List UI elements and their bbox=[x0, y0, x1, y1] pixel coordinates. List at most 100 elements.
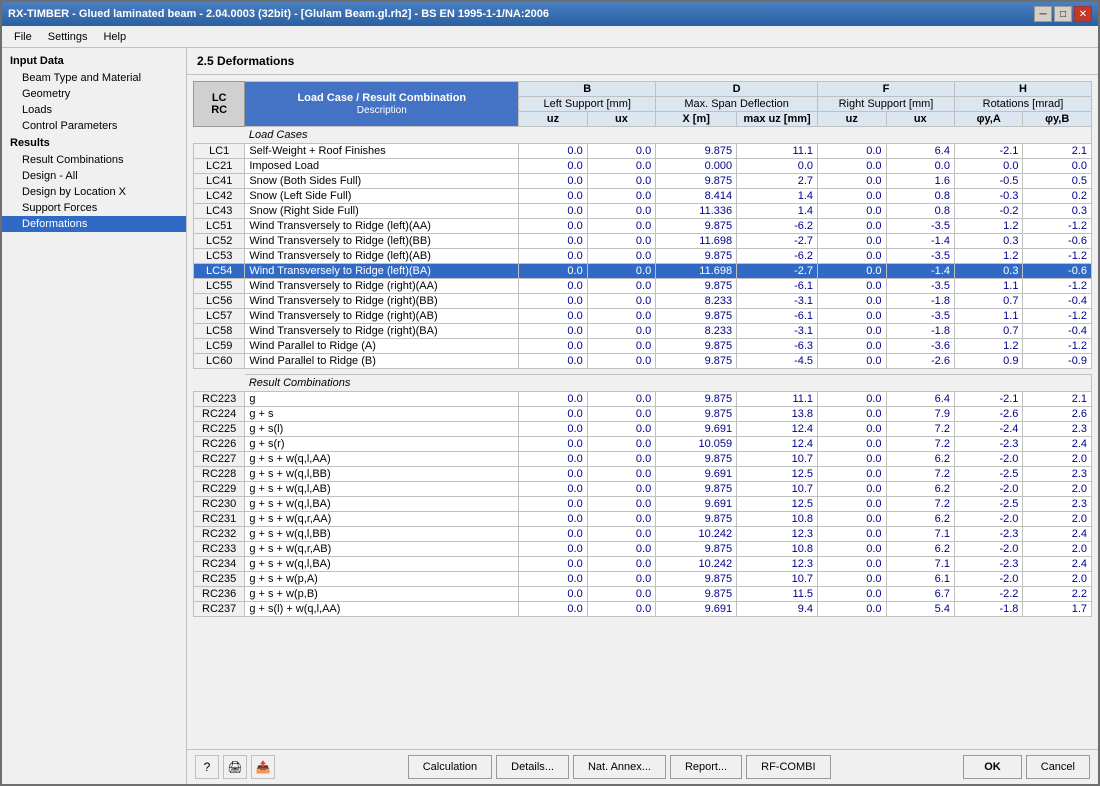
lc-e-uz: -3.1 bbox=[737, 324, 818, 339]
table-row[interactable]: LC51 Wind Transversely to Ridge (left)(A… bbox=[194, 219, 1092, 234]
table-row[interactable]: LC60 Wind Parallel to Ridge (B) 0.0 0.0 … bbox=[194, 354, 1092, 369]
sidebar-item-design-location[interactable]: Design by Location X bbox=[2, 184, 186, 200]
lc-g-ux: -1.4 bbox=[886, 234, 954, 249]
calculation-button[interactable]: Calculation bbox=[408, 755, 492, 779]
lc-h2: -1.2 bbox=[1023, 249, 1092, 264]
cancel-button[interactable]: Cancel bbox=[1026, 755, 1090, 779]
header-phiyb: φy,B bbox=[1023, 112, 1092, 127]
menu-help[interactable]: Help bbox=[95, 29, 134, 45]
table-row[interactable]: LC41 Snow (Both Sides Full) 0.0 0.0 9.87… bbox=[194, 174, 1092, 189]
close-button[interactable]: ✕ bbox=[1074, 6, 1092, 22]
rc-id: RC237 bbox=[194, 602, 245, 617]
rc-g-ux: 5.4 bbox=[886, 602, 954, 617]
lc-id: LC58 bbox=[194, 324, 245, 339]
table-row[interactable]: LC43 Snow (Right Side Full) 0.0 0.0 11.3… bbox=[194, 204, 1092, 219]
lc-h1: 1.2 bbox=[954, 339, 1022, 354]
header-col-b-group: B bbox=[519, 82, 656, 97]
table-row[interactable]: LC21 Imposed Load 0.0 0.0 0.000 0.0 0.0 … bbox=[194, 159, 1092, 174]
table-row[interactable]: LC55 Wind Transversely to Ridge (right)(… bbox=[194, 279, 1092, 294]
table-row[interactable]: RC223 g 0.0 0.0 9.875 11.1 0.0 6.4 -2.1 … bbox=[194, 392, 1092, 407]
sidebar-item-result-combinations[interactable]: Result Combinations bbox=[2, 152, 186, 168]
rc-d-x: 9.691 bbox=[656, 467, 737, 482]
table-row[interactable]: LC42 Snow (Left Side Full) 0.0 0.0 8.414… bbox=[194, 189, 1092, 204]
header-left-support: Left Support [mm] bbox=[519, 97, 656, 112]
report-button[interactable]: Report... bbox=[670, 755, 742, 779]
ok-button[interactable]: OK bbox=[963, 755, 1022, 779]
rc-d-x: 10.059 bbox=[656, 437, 737, 452]
rc-e-uz: 12.5 bbox=[737, 497, 818, 512]
table-row[interactable]: RC225 g + s(l) 0.0 0.0 9.691 12.4 0.0 7.… bbox=[194, 422, 1092, 437]
rf-combi-button[interactable]: RF-COMBI bbox=[746, 755, 830, 779]
action-buttons: Calculation Details... Nat. Annex... Rep… bbox=[408, 755, 831, 779]
maximize-button[interactable]: □ bbox=[1054, 6, 1072, 22]
table-row[interactable]: RC227 g + s + w(q,l,AA) 0.0 0.0 9.875 10… bbox=[194, 452, 1092, 467]
table-row[interactable]: RC230 g + s + w(q,l,BA) 0.0 0.0 9.691 12… bbox=[194, 497, 1092, 512]
table-row[interactable]: RC228 g + s + w(q,l,BB) 0.0 0.0 9.691 12… bbox=[194, 467, 1092, 482]
rc-id: RC230 bbox=[194, 497, 245, 512]
minimize-button[interactable]: ─ bbox=[1034, 6, 1052, 22]
table-row[interactable]: LC1 Self-Weight + Roof Finishes 0.0 0.0 … bbox=[194, 144, 1092, 159]
rc-d-x: 9.875 bbox=[656, 572, 737, 587]
rc-h1: -2.3 bbox=[954, 437, 1022, 452]
rc-f-uz: 0.0 bbox=[818, 572, 886, 587]
details-button[interactable]: Details... bbox=[496, 755, 569, 779]
lc-h2: 0.2 bbox=[1023, 189, 1092, 204]
table-row[interactable]: RC235 g + s + w(p,A) 0.0 0.0 9.875 10.7 … bbox=[194, 572, 1092, 587]
sidebar-item-design-all[interactable]: Design - All bbox=[2, 168, 186, 184]
lc-e-uz: -2.7 bbox=[737, 264, 818, 279]
sidebar-item-deformations[interactable]: Deformations bbox=[2, 216, 186, 232]
lc-f-uz: 0.0 bbox=[818, 144, 886, 159]
menu-file[interactable]: File bbox=[6, 29, 40, 45]
sidebar-item-control-params[interactable]: Control Parameters bbox=[2, 118, 186, 134]
rc-e-uz: 9.4 bbox=[737, 602, 818, 617]
table-row[interactable]: LC58 Wind Transversely to Ridge (right)(… bbox=[194, 324, 1092, 339]
sidebar-item-support-forces[interactable]: Support Forces bbox=[2, 200, 186, 216]
lc-g-ux: 1.6 bbox=[886, 174, 954, 189]
section-rc-label: Result Combinations bbox=[245, 375, 1092, 392]
table-row[interactable]: RC224 g + s 0.0 0.0 9.875 13.8 0.0 7.9 -… bbox=[194, 407, 1092, 422]
table-row[interactable]: LC56 Wind Transversely to Ridge (right)(… bbox=[194, 294, 1092, 309]
rc-desc: g + s + w(q,l,BB) bbox=[245, 527, 519, 542]
table-container[interactable]: LCRC Load Case / Result Combination Desc… bbox=[187, 75, 1098, 749]
rc-h2: 2.2 bbox=[1023, 587, 1092, 602]
export-icon-btn[interactable]: 📤 bbox=[251, 755, 275, 779]
sidebar-item-loads[interactable]: Loads bbox=[2, 102, 186, 118]
rc-b-uz: 0.0 bbox=[519, 512, 587, 527]
rc-g-ux: 6.2 bbox=[886, 452, 954, 467]
table-row[interactable]: RC226 g + s(r) 0.0 0.0 10.059 12.4 0.0 7… bbox=[194, 437, 1092, 452]
help-icon-btn[interactable]: ? bbox=[195, 755, 219, 779]
table-row[interactable]: LC57 Wind Transversely to Ridge (right)(… bbox=[194, 309, 1092, 324]
table-row[interactable]: RC234 g + s + w(q,l,BA) 0.0 0.0 10.242 1… bbox=[194, 557, 1092, 572]
menu-settings[interactable]: Settings bbox=[40, 29, 96, 45]
table-row[interactable]: RC231 g + s + w(q,r,AA) 0.0 0.0 9.875 10… bbox=[194, 512, 1092, 527]
sidebar-item-geometry[interactable]: Geometry bbox=[2, 86, 186, 102]
lc-f-uz: 0.0 bbox=[818, 309, 886, 324]
table-row[interactable]: RC232 g + s + w(q,l,BB) 0.0 0.0 10.242 1… bbox=[194, 527, 1092, 542]
lc-b-ux: 0.0 bbox=[587, 264, 655, 279]
rc-e-uz: 10.8 bbox=[737, 512, 818, 527]
lc-desc: Wind Transversely to Ridge (left)(AA) bbox=[245, 219, 519, 234]
lc-g-ux: 0.8 bbox=[886, 204, 954, 219]
table-row[interactable]: LC52 Wind Transversely to Ridge (left)(B… bbox=[194, 234, 1092, 249]
lc-h1: -2.1 bbox=[954, 144, 1022, 159]
print-icon-btn[interactable]: 🖨 bbox=[223, 755, 247, 779]
lc-h2: -0.4 bbox=[1023, 324, 1092, 339]
nat-annex-button[interactable]: Nat. Annex... bbox=[573, 755, 666, 779]
sidebar: Input Data Beam Type and Material Geomet… bbox=[2, 48, 187, 784]
content-title: 2.5 Deformations bbox=[187, 48, 1098, 75]
table-row[interactable]: RC236 g + s + w(p,B) 0.0 0.0 9.875 11.5 … bbox=[194, 587, 1092, 602]
rc-b-ux: 0.0 bbox=[587, 482, 655, 497]
lc-g-ux: -3.5 bbox=[886, 309, 954, 324]
rc-d-x: 9.691 bbox=[656, 497, 737, 512]
table-row[interactable]: RC229 g + s + w(q,l,AB) 0.0 0.0 9.875 10… bbox=[194, 482, 1092, 497]
rc-d-x: 9.691 bbox=[656, 602, 737, 617]
table-row[interactable]: LC53 Wind Transversely to Ridge (left)(A… bbox=[194, 249, 1092, 264]
table-row[interactable]: LC59 Wind Parallel to Ridge (A) 0.0 0.0 … bbox=[194, 339, 1092, 354]
lc-b-ux: 0.0 bbox=[587, 189, 655, 204]
table-row[interactable]: RC233 g + s + w(q,r,AB) 0.0 0.0 9.875 10… bbox=[194, 542, 1092, 557]
rc-d-x: 9.875 bbox=[656, 482, 737, 497]
table-row[interactable]: RC237 g + s(l) + w(q,l,AA) 0.0 0.0 9.691… bbox=[194, 602, 1092, 617]
table-row[interactable]: LC54 Wind Transversely to Ridge (left)(B… bbox=[194, 264, 1092, 279]
lc-desc: Wind Parallel to Ridge (B) bbox=[245, 354, 519, 369]
sidebar-item-beam-type[interactable]: Beam Type and Material bbox=[2, 70, 186, 86]
